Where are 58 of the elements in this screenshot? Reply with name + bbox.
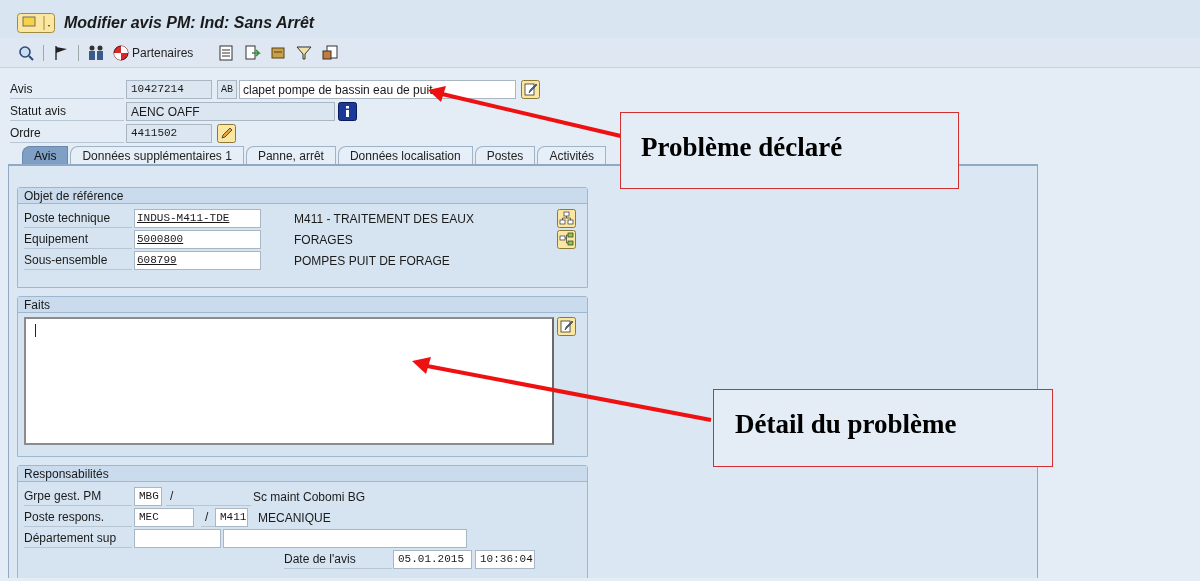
group-title: Responsabilités — [24, 466, 109, 481]
field-label: Poste technique — [24, 209, 132, 228]
separator-text: / — [166, 487, 251, 506]
text-area[interactable] — [24, 317, 554, 445]
tab[interactable]: Données supplémentaires 1 — [70, 146, 244, 164]
input-field[interactable]: INDUS-M411-TDE — [134, 209, 261, 228]
field-label: Avis — [10, 80, 124, 99]
input-field[interactable]: MEC — [134, 508, 194, 527]
field-label: Statut avis — [10, 102, 124, 121]
funnel-icon[interactable] — [295, 43, 314, 62]
window-title: Modifier avis PM: Ind: Sans Arrêt — [64, 13, 315, 33]
field-label: Poste respons. — [24, 508, 132, 527]
input-field[interactable]: clapet pompe de bassin eau de puit — [239, 80, 516, 99]
tab[interactable]: Données localisation — [337, 146, 473, 164]
description-text: POMPES PUIT DE FORAGE — [294, 252, 451, 270]
partners-button[interactable]: Partenaires — [113, 43, 194, 62]
group-title: Faits — [24, 297, 50, 312]
input-field[interactable]: AENC OAFF — [126, 102, 335, 121]
field-label: Ordre — [10, 124, 124, 143]
description-text: MECANIQUE — [258, 509, 331, 527]
people-icon[interactable] — [87, 43, 105, 62]
input-field[interactable]: 5000800 — [134, 230, 261, 249]
description-text: Sc maint Cobomi BG — [253, 488, 366, 506]
input-field[interactable] — [223, 529, 467, 548]
input-field[interactable]: AB — [217, 80, 237, 99]
partners-icon — [113, 44, 129, 61]
input-field[interactable]: 10427214 — [126, 80, 212, 99]
tab[interactable]: Postes — [474, 146, 536, 164]
description-text: FORAGES — [294, 231, 354, 249]
search-icon[interactable] — [17, 43, 35, 62]
field-label: Date de l'avis — [284, 550, 392, 569]
group-title: Objet de référence — [24, 188, 124, 203]
callout-box: Problème déclaré — [620, 112, 959, 189]
hierarchy-icon[interactable] — [557, 209, 576, 228]
document-arrow-icon[interactable] — [243, 43, 262, 62]
list-icon[interactable] — [217, 43, 236, 62]
input-field[interactable]: M411 — [215, 508, 248, 527]
callout-box: Détail du problème — [713, 389, 1053, 467]
structure-icon[interactable] — [557, 230, 576, 249]
edit-document-icon[interactable] — [557, 317, 576, 336]
info-icon[interactable] — [338, 102, 357, 121]
input-field[interactable]: 05.01.2015 — [393, 550, 472, 569]
input-field[interactable]: 4411502 — [126, 124, 212, 143]
field-label: Equipement — [24, 230, 132, 249]
description-text: M411 - TRAITEMENT DES EAUX — [294, 210, 476, 228]
tab[interactable]: Panne, arrêt — [245, 146, 336, 164]
input-field[interactable]: MBG — [134, 487, 162, 506]
edit-document-icon[interactable] — [521, 80, 540, 99]
input-field[interactable]: 10:36:04 — [475, 550, 535, 569]
tab[interactable]: Avis — [22, 146, 69, 164]
field-label: Grpe gest. PM — [24, 487, 132, 506]
input-field[interactable] — [134, 529, 221, 548]
pencil-icon[interactable] — [217, 124, 236, 143]
input-field[interactable]: 608799 — [134, 251, 261, 270]
field-label: Sous-ensemble — [24, 251, 132, 270]
field-label: Département sup — [24, 529, 132, 548]
menu-icon[interactable] — [17, 13, 55, 33]
tab[interactable]: Activités — [537, 146, 607, 164]
